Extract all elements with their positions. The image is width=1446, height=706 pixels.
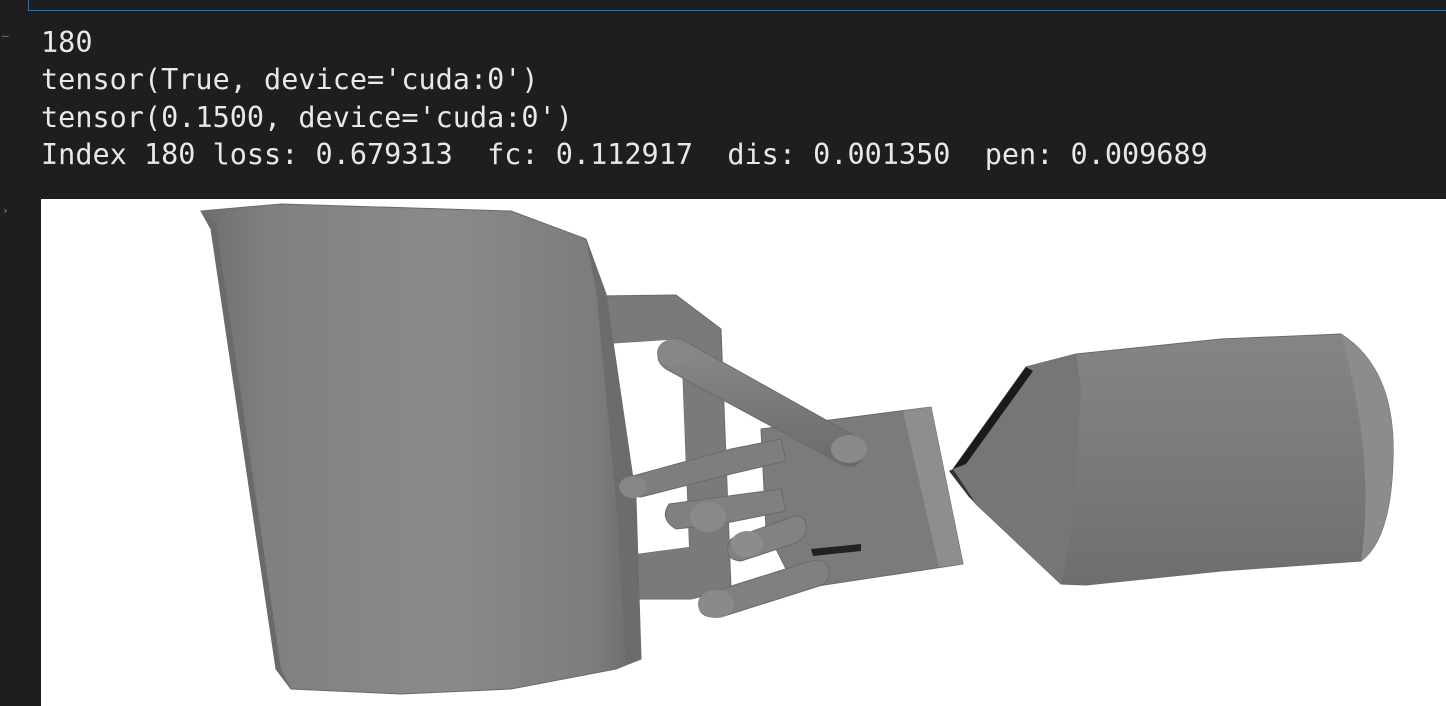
stdout-output: 180 tensor(True, device='cuda:0') tensor… [41,24,1446,194]
capsule-mesh [949,333,1394,586]
output-line: Index 180 loss: 0.679313 fc: 0.112917 di… [41,137,1208,171]
collapse-marker-icon[interactable]: – [2,30,9,41]
output-line: tensor(True, device='cuda:0') [41,63,539,97]
grasp-render-svg [200,203,1394,695]
code-cell-bottom-edge[interactable] [28,0,1446,11]
cell-gutter: – › [0,0,28,706]
chevron-right-icon[interactable]: › [2,205,9,216]
notebook-cell-output: – › 180 tensor(True, device='cuda:0') te… [0,0,1446,706]
output-line: tensor(0.1500, device='cuda:0') [41,100,573,134]
mug-mesh [200,203,732,695]
3d-render-viewport[interactable] [41,199,1446,706]
output-line: 180 [41,26,93,59]
